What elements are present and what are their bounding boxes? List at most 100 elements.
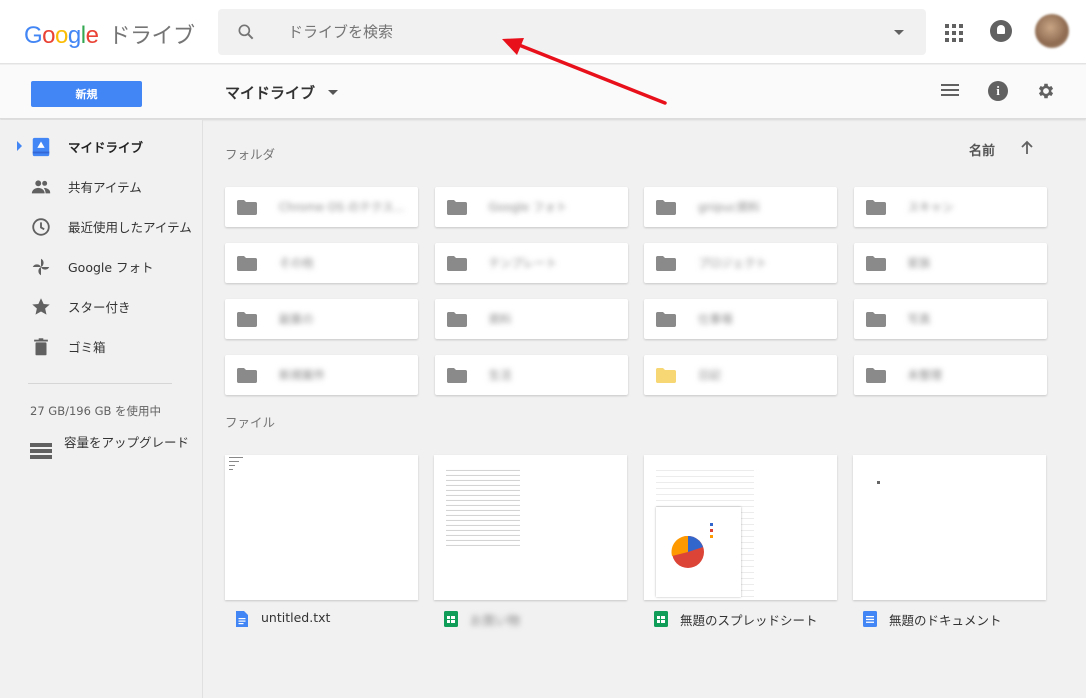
recent-icon: [32, 218, 50, 236]
file-thumbnail[interactable]: [853, 455, 1046, 600]
folders-section-label: フォルダ: [225, 147, 276, 162]
sheets-file-icon: [444, 611, 458, 627]
folder-card[interactable]: 仕事場: [644, 299, 837, 339]
folder-name: Chrome OS のテクス...: [279, 200, 404, 214]
folder-icon: [237, 200, 257, 215]
file-thumbnail[interactable]: [225, 455, 418, 600]
folder-name: スキャン: [907, 200, 954, 214]
folder-icon: [237, 368, 257, 383]
folder-name: テンプレート: [488, 256, 558, 270]
files-section-label: ファイル: [225, 415, 276, 430]
upgrade-label: 容量をアップグレード: [64, 435, 190, 450]
folder-icon: [656, 368, 676, 383]
photos-icon: [32, 258, 50, 276]
annotation-arrow: [502, 38, 667, 105]
folder-card[interactable]: テンプレート: [434, 243, 628, 283]
sidebar-divider: [28, 383, 172, 384]
folder-card[interactable]: 資料: [434, 299, 628, 339]
sidebar-item-google-photos[interactable]: Google フォト: [0, 248, 203, 284]
folder-card[interactable]: 未整理: [853, 355, 1047, 395]
breadcrumb-my-drive[interactable]: マイドライブ: [225, 82, 315, 103]
sort-direction-icon[interactable]: [1020, 140, 1034, 156]
folder-icon: [865, 312, 886, 327]
sidebar-item-shared[interactable]: 共有アイテム: [0, 168, 203, 204]
file-card[interactable]: お買い物: [434, 455, 627, 635]
folder-card[interactable]: Google フォト: [434, 187, 628, 227]
expand-arrow-icon[interactable]: [17, 141, 22, 151]
folder-icon: [446, 312, 467, 327]
folder-icon: [446, 368, 467, 383]
pie-chart-thumbnail: [671, 523, 713, 568]
folder-icon: [237, 312, 257, 327]
star-icon: [32, 298, 50, 315]
sidebar-item-label: ゴミ箱: [68, 340, 106, 355]
sidebar-item-label: 最近使用したアイテム: [68, 220, 192, 235]
file-thumbnail[interactable]: [644, 455, 837, 600]
folder-name: 新規案件: [279, 368, 325, 382]
file-card[interactable]: 無題のスプレッドシート: [644, 455, 837, 635]
folder-card[interactable]: その他: [225, 243, 418, 283]
folder-card[interactable]: Chrome OS のテクス...: [225, 187, 418, 227]
folder-name: 資料: [488, 312, 512, 326]
sort-by-name[interactable]: 名前: [969, 140, 995, 159]
product-name: ドライブ: [108, 24, 195, 49]
folder-name: 未整理: [907, 368, 943, 382]
folder-name: 生活: [488, 368, 512, 382]
folder-card[interactable]: スキャン: [853, 187, 1047, 227]
folder-card[interactable]: 家族: [853, 243, 1047, 283]
google-drive-logo[interactable]: Google ドライブ: [24, 18, 195, 50]
folder-name: 仕事場: [698, 312, 733, 326]
folder-name: 家族: [907, 256, 931, 270]
docs-file-icon: [863, 611, 877, 627]
apps-icon[interactable]: [945, 24, 963, 42]
folder-card[interactable]: 写真: [853, 299, 1047, 339]
upgrade-storage-link[interactable]: 容量をアップグレード: [0, 433, 203, 473]
avatar[interactable]: [1035, 14, 1069, 48]
folder-icon: [865, 368, 886, 383]
storage-usage: 27 GB/196 GB を使用中: [30, 404, 162, 418]
docs-file-icon: [236, 611, 248, 627]
folder-icon: [865, 256, 886, 271]
info-icon[interactable]: i: [988, 81, 1008, 101]
sidebar-item-starred[interactable]: スター付き: [0, 288, 203, 324]
sidebar-item-trash[interactable]: ゴミ箱: [0, 328, 203, 364]
list-view-icon[interactable]: [941, 84, 959, 98]
folder-card[interactable]: プロジェクト: [644, 243, 837, 283]
sidebar-item-my-drive[interactable]: マイドライブ: [0, 128, 203, 164]
folder-icon: [865, 200, 886, 215]
file-thumbnail[interactable]: [434, 455, 627, 600]
file-card[interactable]: 無題のドキュメント: [853, 455, 1046, 635]
folder-icon: [446, 200, 467, 215]
my-drive-icon: [32, 137, 50, 157]
sidebar-item-recent[interactable]: 最近使用したアイテム: [0, 208, 203, 244]
folder-icon: [656, 312, 676, 327]
folder-card[interactable]: 生活: [434, 355, 628, 395]
folder-card[interactable]: gnipuc資料: [644, 187, 837, 227]
folder-name: プロジェクト: [698, 256, 767, 270]
folder-card[interactable]: 副業の: [225, 299, 418, 339]
folder-icon: [237, 256, 257, 271]
notifications-icon[interactable]: [990, 20, 1012, 42]
gear-icon[interactable]: [1036, 81, 1056, 101]
file-name: お買い物: [470, 613, 521, 628]
folder-icon: [656, 256, 676, 271]
storage-icon: [30, 443, 52, 461]
folder-name: gnipuc資料: [698, 200, 760, 214]
sidebar-item-label: Google フォト: [68, 260, 154, 275]
folder-name: 写真: [907, 312, 931, 326]
sidebar-item-label: スター付き: [68, 300, 131, 315]
chevron-down-icon[interactable]: [328, 90, 338, 95]
file-name: 無題のスプレッドシート: [680, 613, 818, 628]
folder-icon: [446, 256, 467, 271]
file-name: untitled.txt: [261, 610, 331, 625]
new-button[interactable]: 新規: [31, 81, 142, 107]
search-icon[interactable]: [236, 22, 256, 42]
folder-card[interactable]: 日記: [644, 355, 837, 395]
search-options-dropdown-icon[interactable]: [894, 30, 904, 35]
file-name: 無題のドキュメント: [889, 613, 1002, 628]
file-card[interactable]: untitled.txt: [225, 455, 418, 635]
sheets-file-icon: [654, 611, 668, 627]
folder-card[interactable]: 新規案件: [225, 355, 418, 395]
main-content: フォルダ 名前 Chrome OS のテクス... Google フォト gnipu…: [204, 120, 1086, 698]
folder-name: 副業の: [279, 312, 314, 326]
